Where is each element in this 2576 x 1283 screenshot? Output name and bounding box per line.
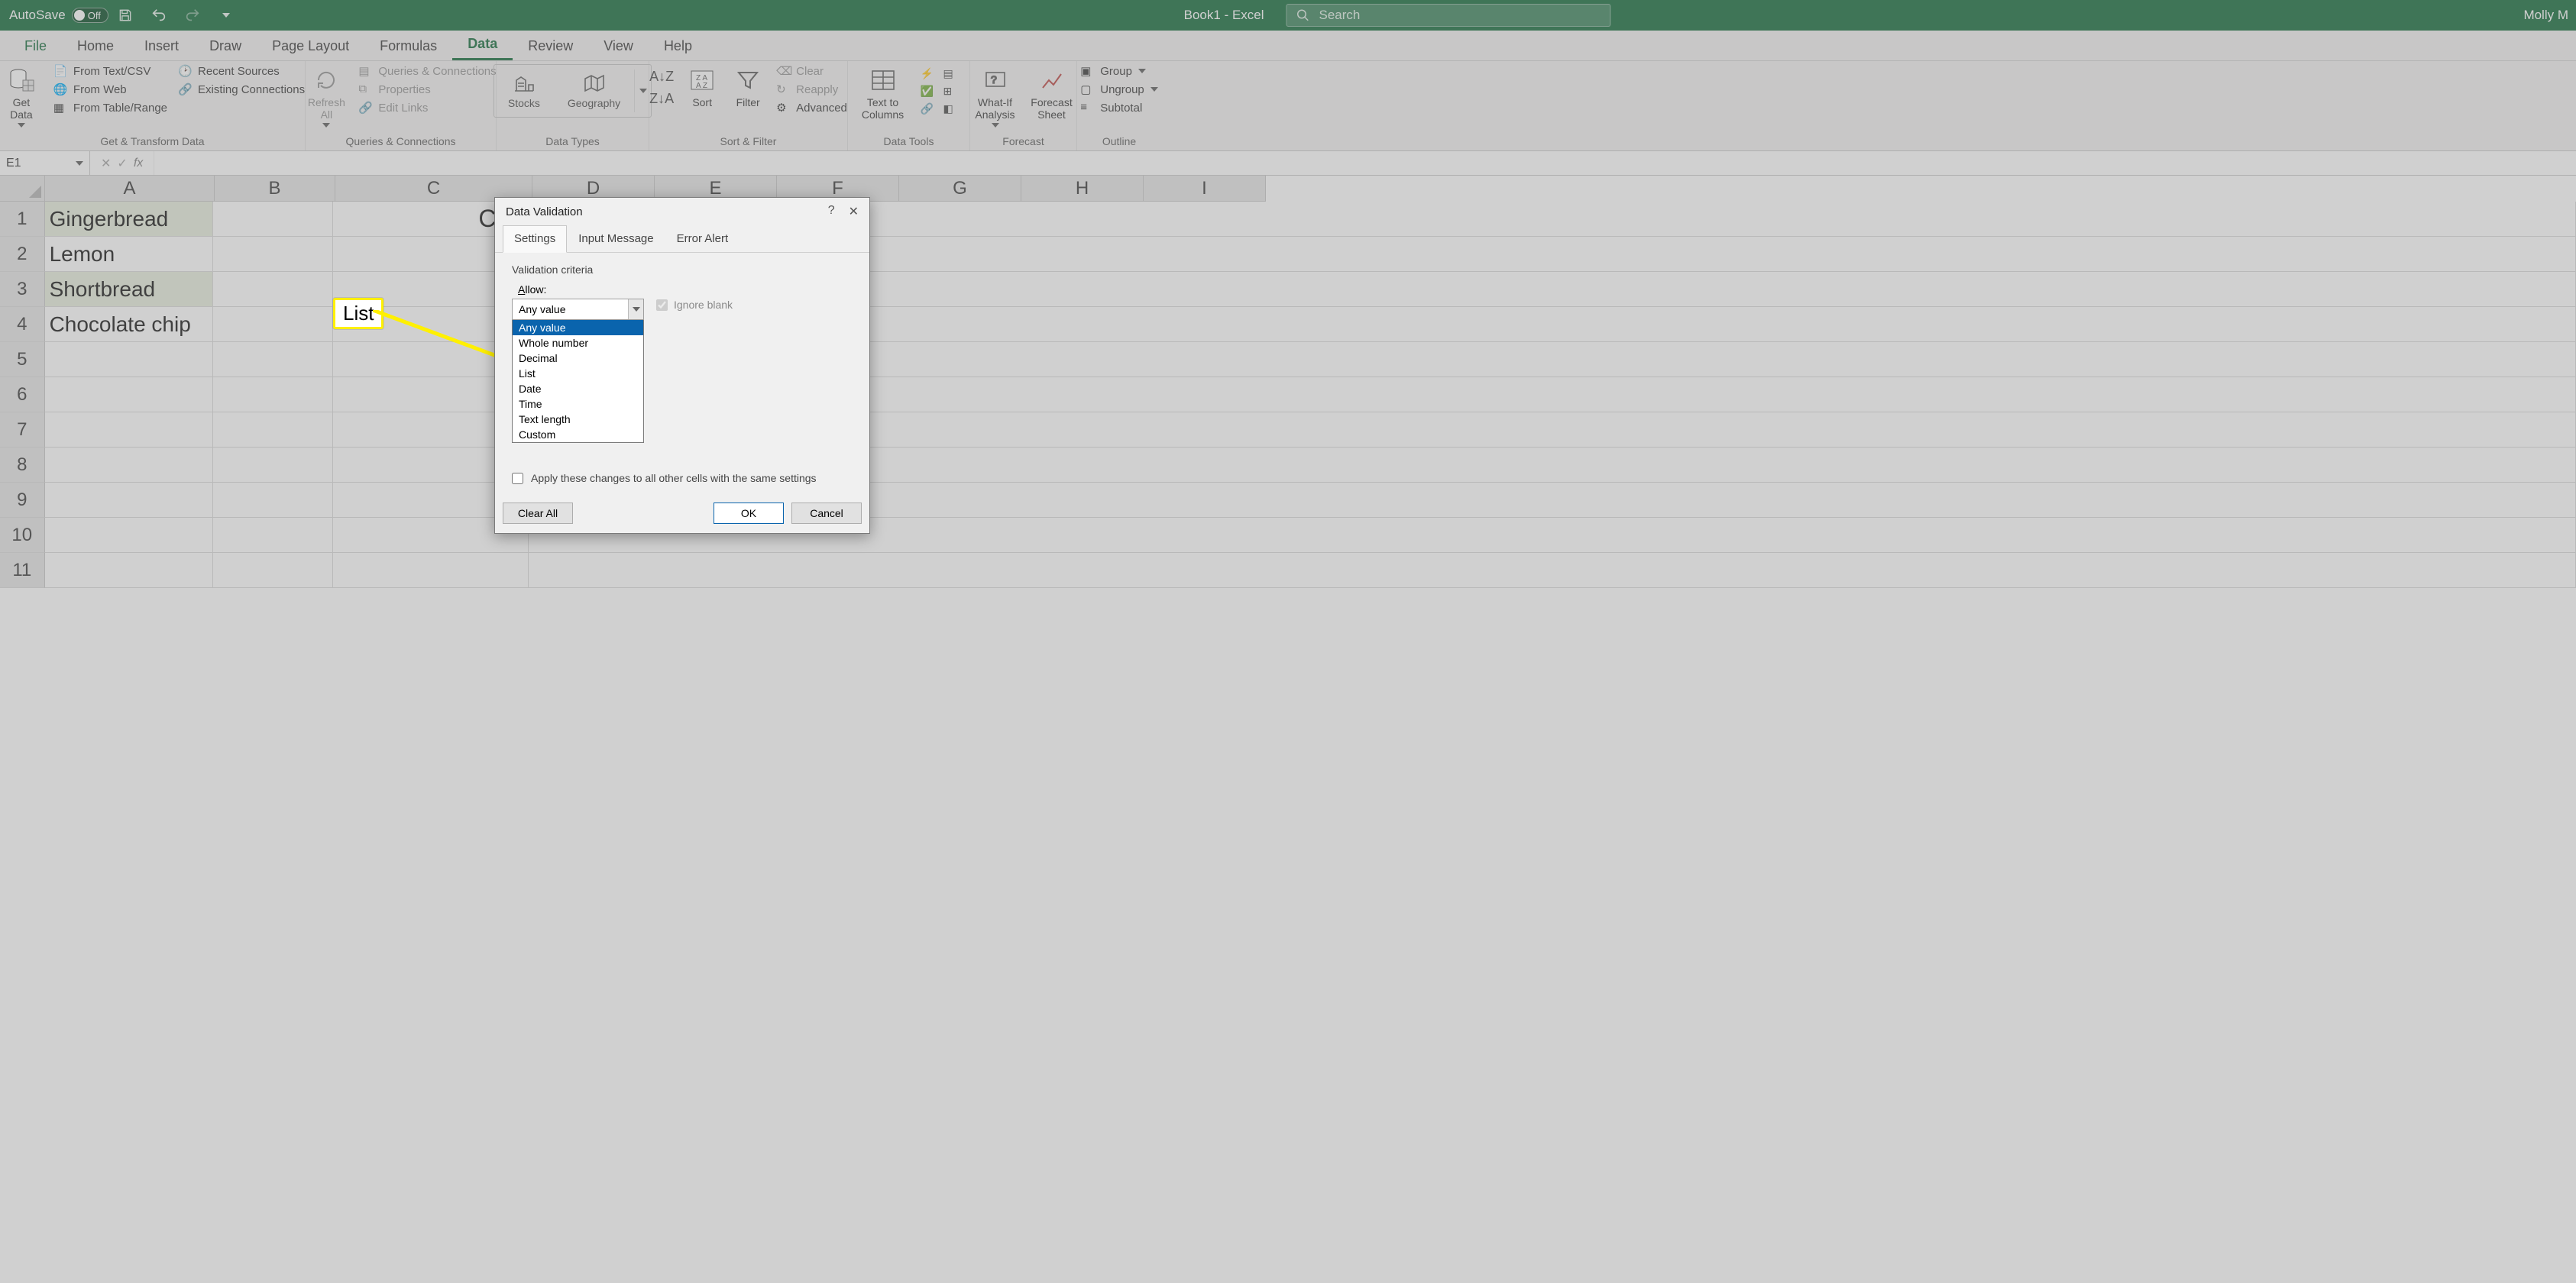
allow-option-custom[interactable]: Custom xyxy=(513,427,643,442)
cancel-button[interactable]: Cancel xyxy=(791,503,862,524)
callout-box: List xyxy=(333,298,383,329)
dialog-titlebar[interactable]: Data Validation ? ✕ xyxy=(495,198,869,225)
validation-criteria-label: Validation criteria xyxy=(512,263,853,276)
close-icon[interactable]: ✕ xyxy=(849,204,859,219)
chevron-down-icon[interactable] xyxy=(628,299,643,319)
apply-all-label: Apply these changes to all other cells w… xyxy=(531,472,817,484)
dialog-tab-input-message[interactable]: Input Message xyxy=(567,225,665,252)
dialog-title-text: Data Validation xyxy=(506,205,583,218)
allow-option-text-length[interactable]: Text length xyxy=(513,412,643,427)
allow-dropdown-list: Any value Whole number Decimal List Date… xyxy=(512,320,644,443)
allow-label: A xyxy=(518,283,525,296)
allow-option-any-value[interactable]: Any value xyxy=(513,320,643,335)
ok-button[interactable]: OK xyxy=(714,503,784,524)
clear-all-button[interactable]: Clear All xyxy=(503,503,573,524)
ignore-blank-checkbox: Ignore blank xyxy=(656,299,733,311)
allow-selected: Any value xyxy=(519,303,565,315)
allow-option-date[interactable]: Date xyxy=(513,381,643,396)
modal-overlay xyxy=(0,0,2576,1283)
dialog-tab-error-alert[interactable]: Error Alert xyxy=(665,225,740,252)
allow-option-time[interactable]: Time xyxy=(513,396,643,412)
allow-option-decimal[interactable]: Decimal xyxy=(513,351,643,366)
dialog-tab-settings[interactable]: Settings xyxy=(503,225,567,253)
apply-all-checkbox[interactable] xyxy=(512,473,523,484)
allow-combobox[interactable]: Any value Any value Whole number Decimal… xyxy=(512,299,644,443)
help-icon[interactable]: ? xyxy=(828,204,835,219)
allow-option-whole-number[interactable]: Whole number xyxy=(513,335,643,351)
ignore-blank-input xyxy=(656,299,668,311)
data-validation-dialog: Data Validation ? ✕ Settings Input Messa… xyxy=(494,197,870,534)
allow-option-list[interactable]: List xyxy=(513,366,643,381)
dialog-tabs: Settings Input Message Error Alert xyxy=(495,225,869,253)
